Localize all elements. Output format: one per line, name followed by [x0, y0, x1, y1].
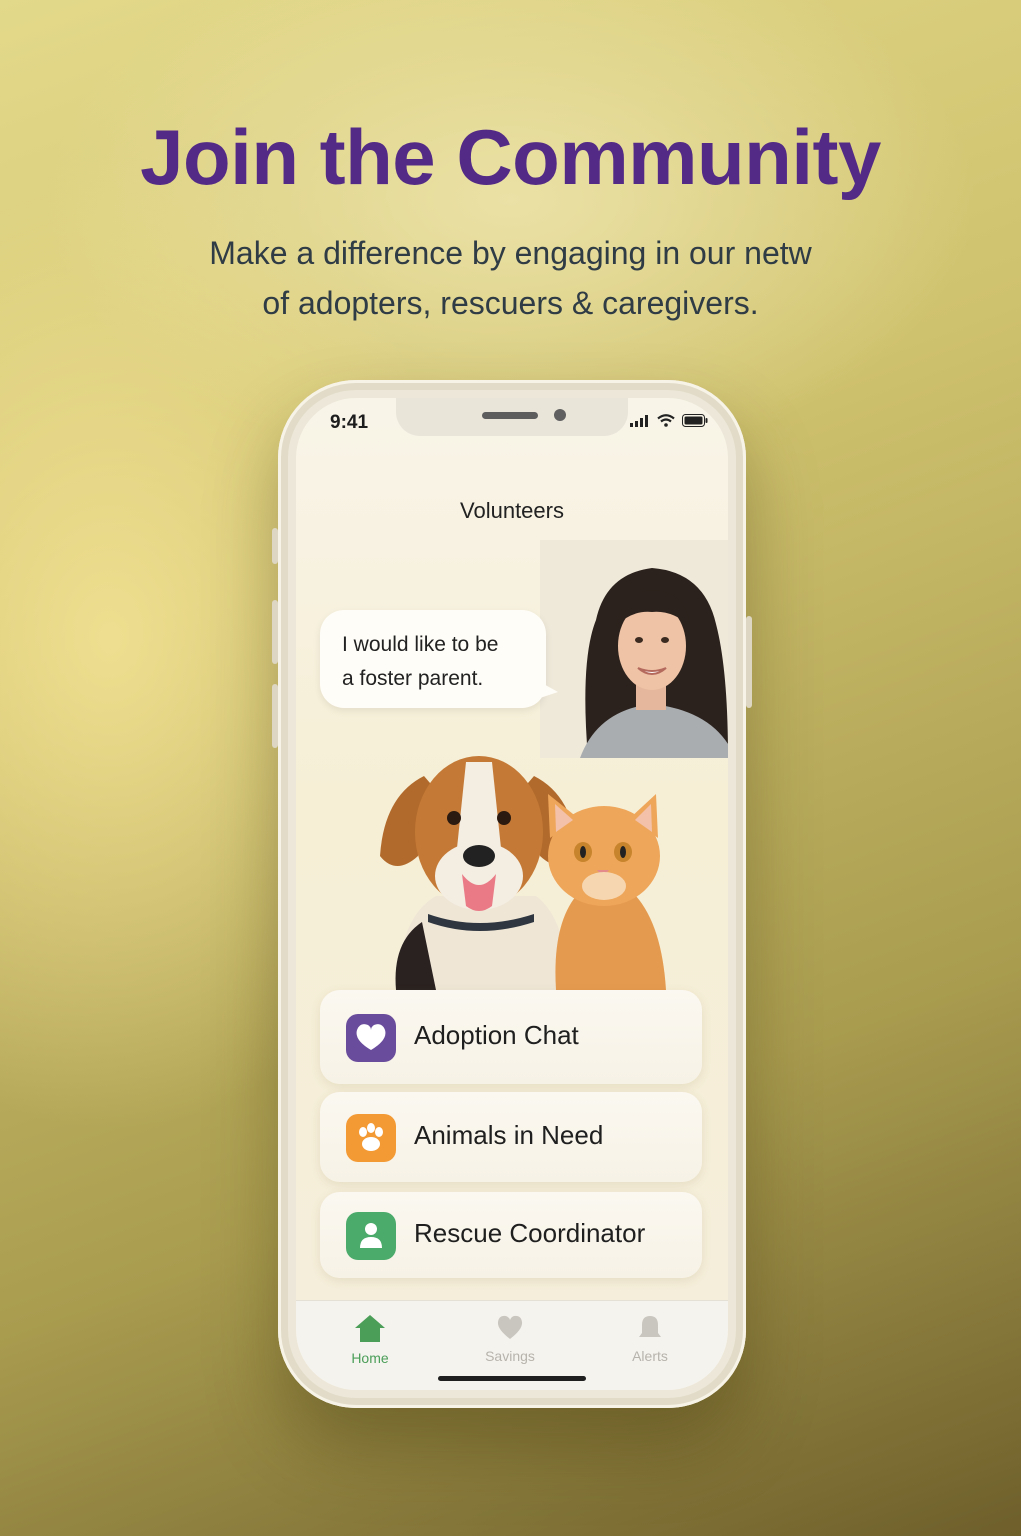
- speech-bubble-line-2: a foster parent.: [342, 667, 484, 690]
- notch: [396, 398, 628, 436]
- hero-title: Join the Community: [140, 113, 881, 201]
- heart-chat-icon: [346, 1014, 396, 1062]
- speaker: [482, 412, 538, 419]
- status-time: 9:41: [330, 412, 369, 433]
- tab-savings[interactable]: Savings: [460, 1313, 560, 1364]
- side-button-power: [746, 616, 752, 708]
- speech-bubble-tail: [540, 682, 558, 698]
- phone-screen: 9:41 Volunteers I would like to be a fos…: [296, 398, 728, 1390]
- tab-alerts-label: Alerts: [632, 1348, 668, 1364]
- dog-and-cat-photo: [380, 756, 666, 990]
- paw-icon: [346, 1114, 396, 1162]
- status-icons: [630, 414, 708, 427]
- adoption-chat-card[interactable]: Adoption Chat: [320, 990, 702, 1084]
- side-button-volume-up: [272, 600, 278, 664]
- wifi-icon: [657, 414, 675, 427]
- rescue-coordinator-card[interactable]: Rescue Coordinator: [320, 1192, 702, 1278]
- adoption-chat-label: Adoption Chat: [414, 1020, 579, 1050]
- rescue-coordinator-label: Rescue Coordinator: [414, 1218, 646, 1248]
- tab-savings-label: Savings: [485, 1348, 535, 1364]
- volunteer-photo: [540, 540, 728, 758]
- hero-subtitle-line-2: of adopters, rescuers & caregivers.: [262, 285, 759, 321]
- bell-icon: [639, 1316, 661, 1337]
- home-icon: [355, 1315, 385, 1342]
- phone-mockup: 9:41 Volunteers I would like to be a fos…: [272, 380, 752, 1408]
- signal-icon: [630, 414, 648, 427]
- hero-subtitle-line-1: Make a difference by engaging in our net…: [209, 235, 812, 271]
- side-button-silent: [272, 528, 278, 564]
- home-indicator[interactable]: [438, 1376, 586, 1381]
- animals-in-need-label: Animals in Need: [414, 1120, 604, 1150]
- tab-alerts[interactable]: Alerts: [600, 1313, 700, 1364]
- tab-home[interactable]: Home: [320, 1313, 420, 1366]
- tab-home-label: Home: [351, 1350, 389, 1366]
- animals-in-need-card[interactable]: Animals in Need: [320, 1092, 702, 1182]
- speech-bubble: I would like to be a foster parent.: [320, 610, 558, 708]
- speech-bubble-text: I would like to be a foster parent.: [342, 628, 532, 696]
- screen-title: Volunteers: [460, 498, 564, 523]
- person-icon: [346, 1212, 396, 1260]
- hero-subtitle: Make a difference by engaging in our net…: [0, 228, 1021, 328]
- side-button-volume-down: [272, 684, 278, 748]
- speech-bubble-line-1: I would like to be: [342, 633, 499, 656]
- front-camera: [554, 409, 566, 421]
- battery-icon: [682, 414, 708, 427]
- heart-icon: [497, 1315, 523, 1339]
